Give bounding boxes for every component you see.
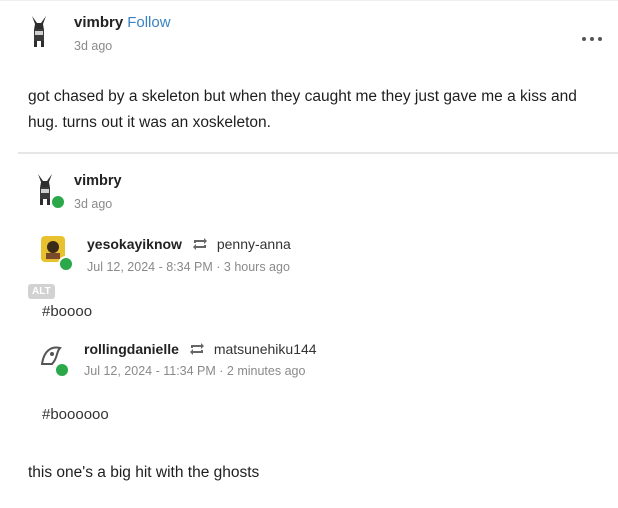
meta-separator: · bbox=[215, 364, 227, 378]
reblog-icon bbox=[193, 238, 208, 250]
online-badge-icon bbox=[54, 362, 70, 378]
author-avatar[interactable] bbox=[28, 14, 50, 53]
post-time: 3d ago bbox=[74, 39, 113, 53]
top-border bbox=[0, 0, 618, 1]
post-body: got chased by a skeleton but when they c… bbox=[28, 88, 577, 131]
reply-meta: Jul 12, 2024 - 11:34 PM · 2 minutes ago bbox=[84, 364, 305, 378]
online-badge-icon bbox=[50, 194, 66, 210]
avatar-figure-icon bbox=[32, 16, 46, 47]
follow-button[interactable]: Follow bbox=[127, 14, 170, 31]
reply-tag[interactable]: #boooo bbox=[42, 303, 92, 320]
reblog-icon bbox=[190, 343, 205, 355]
alt-badge[interactable]: ALT bbox=[28, 284, 55, 299]
reply-date: Jul 12, 2024 - 8:34 PM bbox=[87, 260, 213, 274]
online-badge-icon bbox=[58, 256, 74, 272]
closing-text: this one's a big hit with the ghosts bbox=[28, 464, 260, 481]
reply-user[interactable]: yesokayiknow bbox=[87, 236, 182, 252]
reply-source[interactable]: penny-anna bbox=[217, 236, 291, 252]
reply-meta: Jul 12, 2024 - 8:34 PM · 3 hours ago bbox=[87, 260, 290, 274]
meta-separator: · bbox=[212, 260, 224, 274]
reply-header: yesokayiknow penny-anna bbox=[87, 236, 291, 254]
more-icon[interactable] bbox=[580, 29, 604, 41]
reblog-divider bbox=[18, 152, 618, 154]
author-name[interactable]: vimbry bbox=[74, 14, 123, 31]
reply-source[interactable]: matsunehiku144 bbox=[214, 341, 317, 357]
reblog-author-name[interactable]: vimbry bbox=[74, 173, 122, 189]
reply-relative-time: 2 minutes ago bbox=[226, 364, 306, 378]
reply-tag[interactable]: #boooooo bbox=[42, 406, 109, 423]
reply-relative-time: 3 hours ago bbox=[223, 260, 290, 274]
reply-date: Jul 12, 2024 - 11:34 PM bbox=[84, 364, 216, 378]
reply-header: rollingdanielle matsunehiku144 bbox=[84, 341, 317, 359]
reblog-author-time: 3d ago bbox=[74, 197, 113, 211]
post-header-line: vimbry Follow bbox=[74, 14, 171, 32]
reply-user[interactable]: rollingdanielle bbox=[84, 341, 179, 357]
